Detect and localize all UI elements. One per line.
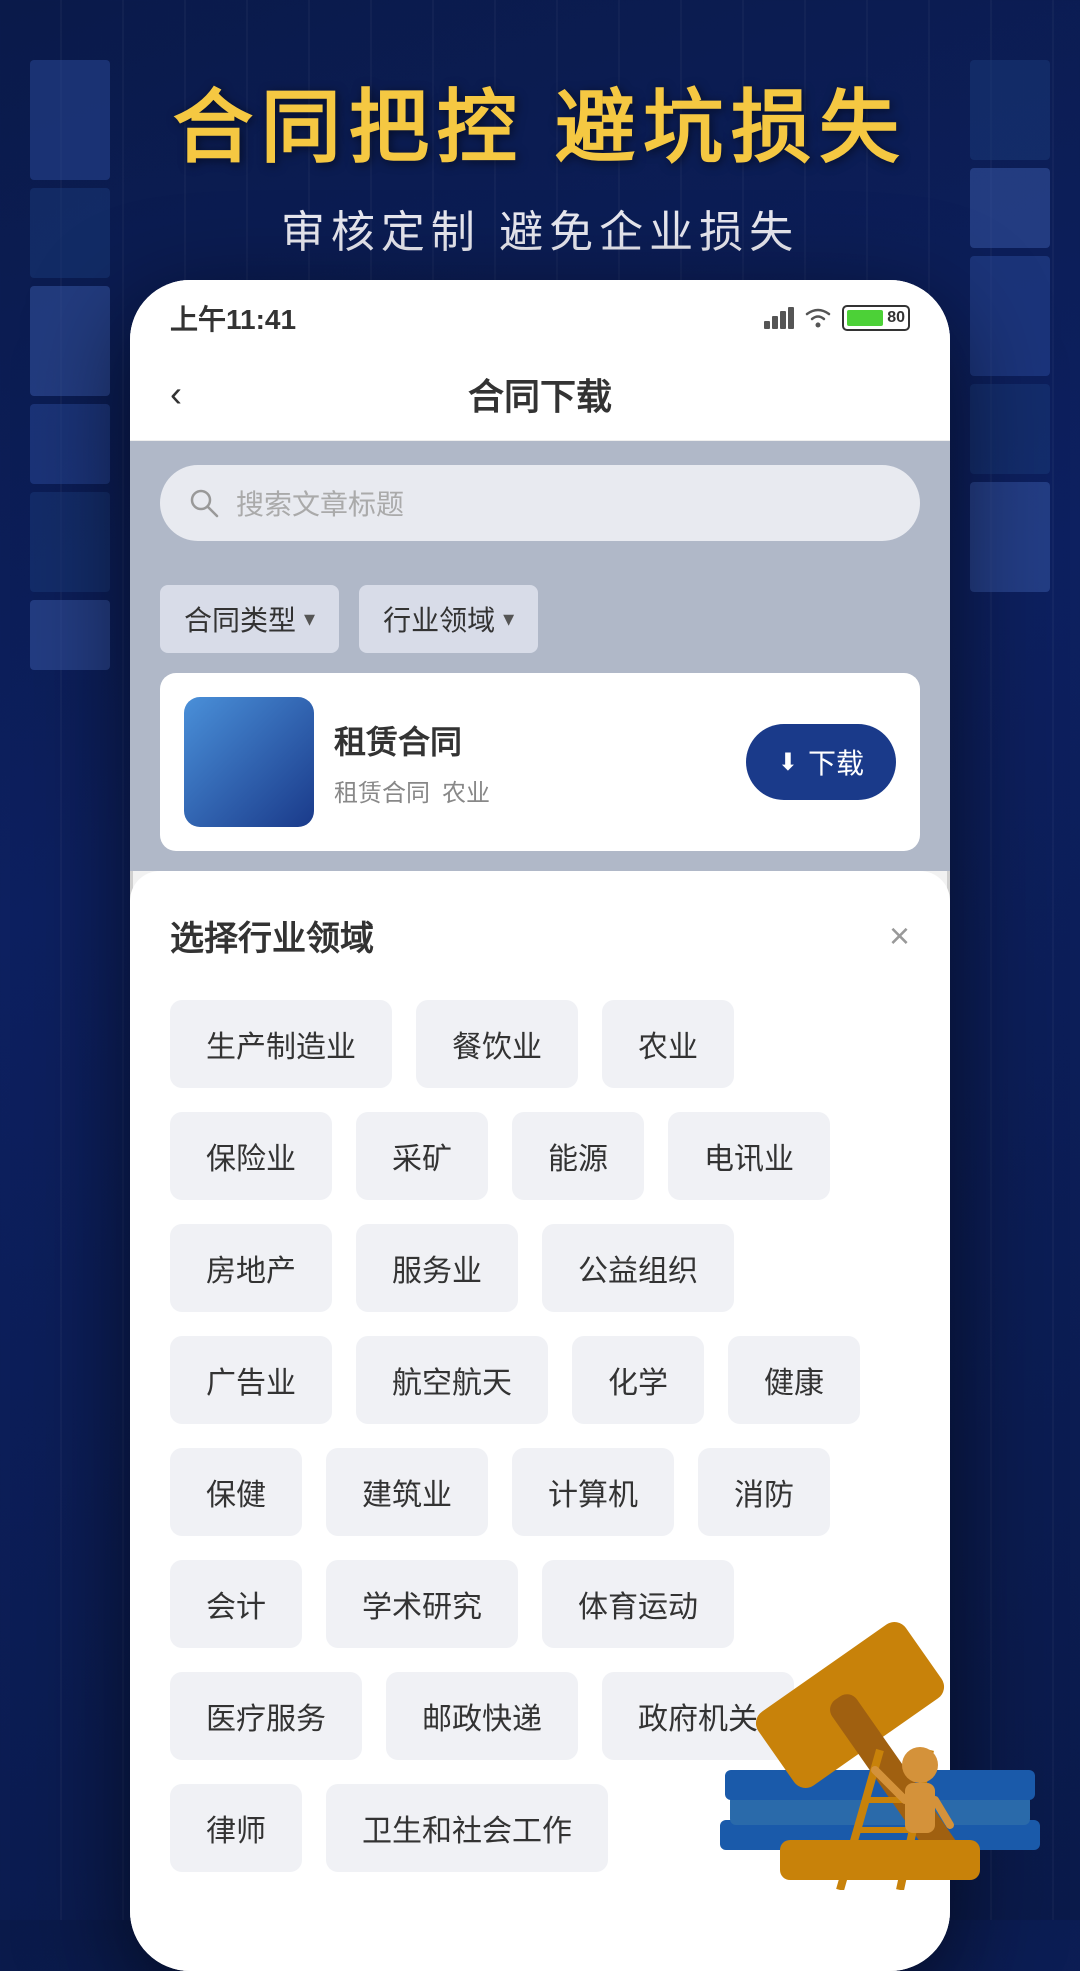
battery-icon: 80 (842, 305, 910, 331)
app-title: 合同下载 (468, 368, 612, 420)
filter-industry[interactable]: 行业领域 ▾ (359, 585, 538, 653)
status-time: 上午11:41 (170, 298, 296, 338)
industry-tag-9[interactable]: 公益组织 (542, 1224, 734, 1312)
status-bar: 上午11:41 80 (130, 280, 950, 348)
industry-tag-12[interactable]: 化学 (572, 1336, 704, 1424)
battery-level: 80 (887, 309, 905, 327)
industry-tag-7[interactable]: 房地产 (170, 1224, 332, 1312)
industry-tag-10[interactable]: 广告业 (170, 1336, 332, 1424)
contract-thumbnail (184, 697, 314, 827)
contract-preview-section: 租赁合同 租赁合同 农业 ⬇ 下载 (130, 673, 950, 871)
industry-tag-6[interactable]: 电讯业 (668, 1112, 830, 1200)
industry-tags-grid: 生产制造业餐饮业农业保险业采矿能源电讯业房地产服务业公益组织广告业航空航天化学健… (170, 1000, 910, 1872)
search-bar[interactable]: 搜索文章标题 (160, 465, 920, 541)
search-section: 搜索文章标题 (130, 441, 950, 565)
industry-tag-4[interactable]: 采矿 (356, 1112, 488, 1200)
back-button[interactable]: ‹ (170, 373, 182, 415)
industry-tag-8[interactable]: 服务业 (356, 1224, 518, 1312)
download-label: 下载 (808, 742, 864, 782)
chevron-down-icon: ▾ (304, 606, 315, 632)
contract-card: 租赁合同 租赁合同 农业 ⬇ 下载 (160, 673, 920, 851)
panel-title: 选择行业领域 (170, 911, 374, 960)
filter-industry-label: 行业领域 (383, 599, 495, 639)
industry-tag-24[interactable]: 律师 (170, 1784, 302, 1872)
industry-tag-22[interactable]: 邮政快递 (386, 1672, 578, 1760)
chevron-down-icon-2: ▾ (503, 606, 514, 632)
filter-contract-type[interactable]: 合同类型 ▾ (160, 585, 339, 653)
industry-tag-1[interactable]: 餐饮业 (416, 1000, 578, 1088)
industry-tag-11[interactable]: 航空航天 (356, 1336, 548, 1424)
wifi-icon (802, 306, 834, 330)
industry-tag-25[interactable]: 卫生和社会工作 (326, 1784, 608, 1872)
industry-tag-17[interactable]: 消防 (698, 1448, 830, 1536)
industry-tag-15[interactable]: 建筑业 (326, 1448, 488, 1536)
filter-row: 合同类型 ▾ 行业领域 ▾ (130, 565, 950, 673)
industry-tag-2[interactable]: 农业 (602, 1000, 734, 1088)
industry-tag-3[interactable]: 保险业 (170, 1112, 332, 1200)
contract-tags: 租赁合同 农业 (334, 773, 726, 808)
industry-panel: 选择行业领域 × 生产制造业餐饮业农业保险业采矿能源电讯业房地产服务业公益组织广… (130, 871, 950, 1971)
signal-icon (764, 307, 794, 329)
industry-tag-18[interactable]: 会计 (170, 1560, 302, 1648)
industry-tag-5[interactable]: 能源 (512, 1112, 644, 1200)
download-button[interactable]: ⬇ 下载 (746, 724, 896, 800)
panel-header: 选择行业领域 × (170, 911, 910, 960)
download-icon: ⬇ (778, 748, 798, 777)
contract-name: 租赁合同 (334, 717, 726, 763)
app-header: ‹ 合同下载 (130, 348, 950, 441)
contract-tag-1: 租赁合同 (334, 773, 430, 808)
filter-contract-type-label: 合同类型 (184, 599, 296, 639)
industry-tag-13[interactable]: 健康 (728, 1336, 860, 1424)
header-section: 合同把控 避坑损失 审核定制 避免企业损失 (0, 0, 1080, 260)
industry-tag-20[interactable]: 体育运动 (542, 1560, 734, 1648)
contract-tag-2: 农业 (442, 773, 490, 808)
industry-tag-16[interactable]: 计算机 (512, 1448, 674, 1536)
status-icons: 80 (764, 305, 910, 331)
main-title: 合同把控 避坑损失 (0, 80, 1080, 176)
industry-tag-21[interactable]: 医疗服务 (170, 1672, 362, 1760)
phone-mockup: 上午11:41 80 ‹ 合同下载 (130, 280, 950, 1971)
industry-tag-19[interactable]: 学术研究 (326, 1560, 518, 1648)
sub-title: 审核定制 避免企业损失 (0, 196, 1080, 260)
search-icon (188, 487, 220, 519)
search-placeholder: 搜索文章标题 (236, 483, 404, 523)
contract-info: 租赁合同 租赁合同 农业 (334, 717, 726, 808)
industry-tag-23[interactable]: 政府机关 (602, 1672, 794, 1760)
close-button[interactable]: × (889, 918, 910, 954)
industry-tag-14[interactable]: 保健 (170, 1448, 302, 1536)
industry-tag-0[interactable]: 生产制造业 (170, 1000, 392, 1088)
